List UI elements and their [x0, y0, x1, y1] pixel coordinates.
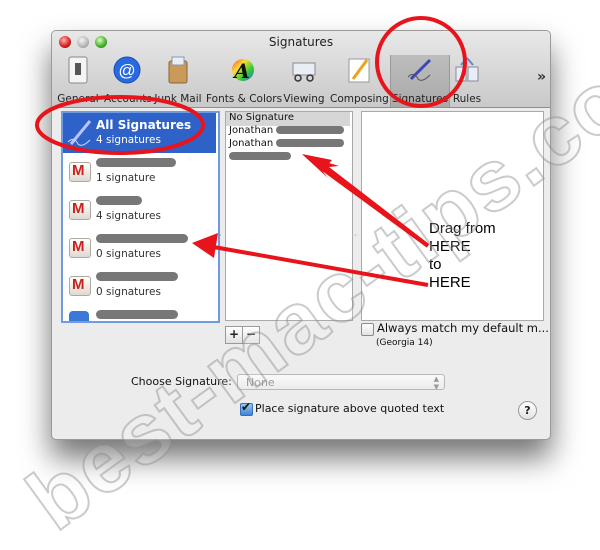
toolbar-accounts[interactable]: @ Accounts — [104, 55, 152, 107]
toolbar-fonts-colors[interactable]: A Fonts & Colors — [206, 55, 282, 107]
account-item[interactable] — [63, 305, 216, 321]
font-note: (Georgia 14) — [376, 338, 433, 348]
account-item[interactable]: M 0 signatures — [63, 267, 216, 305]
junk-mail-icon — [163, 55, 193, 85]
always-match-label: Always match my default m... — [377, 321, 549, 335]
fonts-colors-icon: A — [227, 55, 257, 85]
title-toolbar: Signatures General @ Accounts Junk Mail … — [52, 31, 550, 108]
general-switch-icon — [63, 55, 93, 85]
all-signatures-title: All Signatures — [96, 118, 192, 132]
splitter-handle[interactable]: ⋅ — [219, 231, 222, 241]
account-name-redacted — [96, 272, 178, 281]
composing-pencil-icon — [344, 55, 374, 85]
account-name-redacted — [96, 234, 188, 243]
account-name-redacted — [96, 310, 178, 319]
gmail-icon: M — [69, 238, 91, 258]
account-name-redacted — [96, 196, 142, 205]
place-above-label: Place signature above quoted text — [255, 402, 445, 415]
svg-text:A: A — [232, 59, 250, 83]
toolbar-general[interactable]: General — [54, 55, 102, 107]
all-signatures-count: 4 signatures — [96, 134, 161, 146]
signature-item[interactable]: Jonathan — [226, 125, 350, 139]
viewing-glasses-icon — [289, 55, 319, 85]
redacted-text — [276, 126, 345, 134]
select-arrows-icon: ▲ ▼ — [433, 375, 439, 391]
signature-pen-icon — [405, 55, 435, 85]
account-signature-count: 1 signature — [96, 172, 156, 184]
signature-item[interactable]: Jonathan — [226, 138, 350, 152]
rules-icon — [452, 55, 482, 85]
toolbar-composing[interactable]: Composing — [330, 55, 389, 107]
toolbar-junk-mail[interactable]: Junk Mail — [152, 55, 204, 107]
account-signature-count: 0 signatures — [96, 248, 161, 260]
window-title: Signatures — [268, 35, 334, 49]
account-item[interactable]: M 1 signature — [63, 153, 216, 191]
account-signature-count: 4 signatures — [96, 210, 161, 222]
account-name-redacted — [96, 158, 176, 167]
account-signature-count: 0 signatures — [96, 286, 161, 298]
toolbar-viewing[interactable]: Viewing — [280, 55, 328, 107]
signature-pen-icon — [67, 120, 92, 146]
help-button[interactable]: ? — [518, 401, 537, 420]
accounts-list[interactable]: All Signatures 4 signatures M 1 signatur… — [61, 111, 220, 323]
account-item[interactable]: M 0 signatures — [63, 229, 216, 267]
toolbar-signatures[interactable]: Signatures — [390, 55, 450, 107]
signature-item[interactable] — [226, 151, 350, 165]
gmail-icon: M — [69, 276, 91, 296]
account-item[interactable]: M 4 signatures — [63, 191, 216, 229]
signature-item-no-signature[interactable]: No Signature — [226, 112, 350, 126]
gmail-icon: M — [69, 200, 91, 220]
at-sign-icon: @ — [112, 55, 142, 85]
redacted-text — [276, 139, 345, 147]
gmail-icon: M — [69, 162, 91, 182]
svg-text:@: @ — [118, 61, 135, 80]
all-signatures-item[interactable]: All Signatures 4 signatures — [63, 113, 216, 153]
account-icon — [69, 311, 89, 321]
redacted-text — [229, 152, 291, 160]
toolbar-rules[interactable]: Rules — [450, 55, 484, 107]
